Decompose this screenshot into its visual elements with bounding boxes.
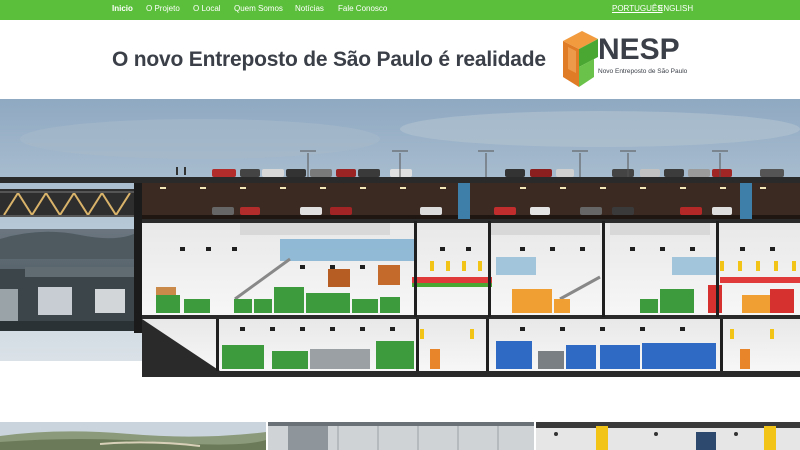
gallery-thumbnails xyxy=(0,422,800,450)
logo-tagline: Novo Entreposto de São Paulo xyxy=(598,68,688,75)
gallery-thumbnail-aerial[interactable] xyxy=(0,422,266,450)
page-header: O novo Entreposto de São Paulo é realida… xyxy=(0,20,800,99)
gallery-thumbnail-corridor[interactable] xyxy=(536,422,800,450)
gallery-thumbnail-interior[interactable] xyxy=(268,422,534,450)
nav-link-noticias[interactable]: Notícias xyxy=(295,4,324,13)
nav-link-inicio[interactable]: Inicio xyxy=(112,4,133,13)
nav-link-fale-conosco[interactable]: Fale Conosco xyxy=(338,4,387,13)
hero-illustration xyxy=(0,99,800,379)
nesp-logo[interactable]: NESP Novo Entreposto de São Paulo xyxy=(560,29,700,89)
language-portugues[interactable]: PORTUGUÊS xyxy=(612,4,663,13)
page-headline: O novo Entreposto de São Paulo é realida… xyxy=(112,48,546,71)
top-navigation-bar: Inicio O Projeto O Local Quem Somos Notí… xyxy=(0,0,800,20)
language-english[interactable]: ENGLISH xyxy=(658,4,693,13)
logo-wordmark: NESP xyxy=(598,33,680,66)
nav-link-o-local[interactable]: O Local xyxy=(193,4,221,13)
nav-link-quem-somos[interactable]: Quem Somos xyxy=(234,4,283,13)
nav-link-o-projeto[interactable]: O Projeto xyxy=(146,4,180,13)
warehouse-cross-section-image xyxy=(0,99,800,379)
nesp-cube-icon xyxy=(563,31,598,87)
